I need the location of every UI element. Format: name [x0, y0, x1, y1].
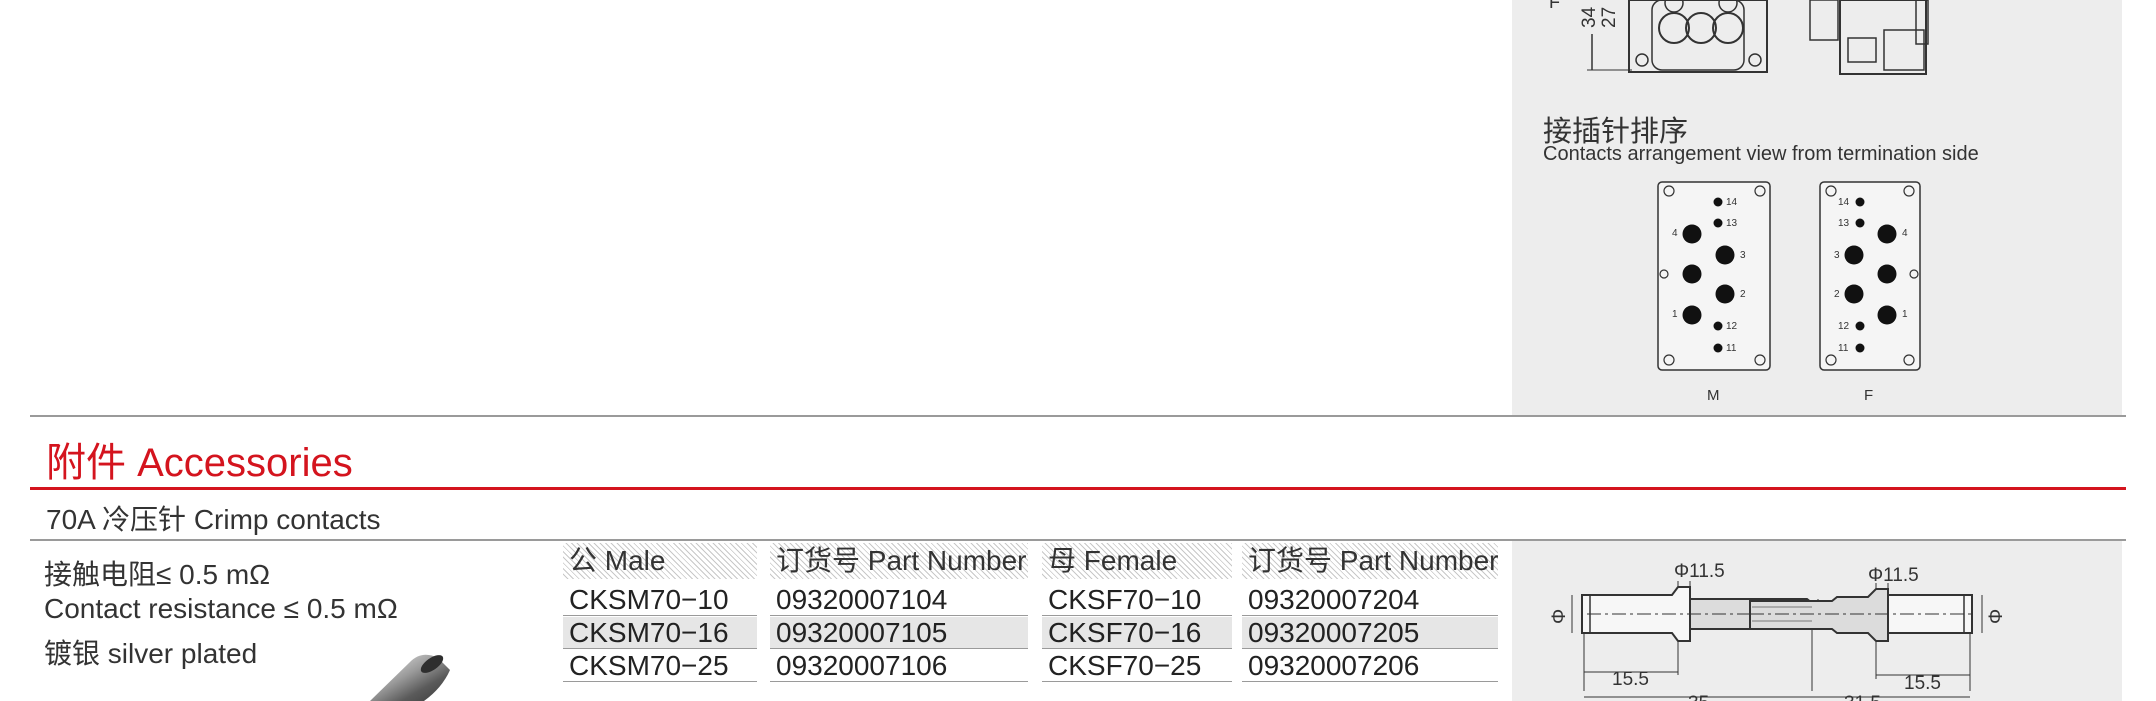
male-pin-label: 4	[1672, 228, 1678, 239]
table-cell-female-part: 09320007206	[1242, 650, 1498, 682]
female-pin-label: 1	[1902, 309, 1908, 320]
section-title: 附件 Accessories	[46, 441, 353, 485]
male-diameter-label: Φ11.5	[1674, 561, 1725, 582]
female-pin-label: 3	[1834, 250, 1840, 261]
male-pin-label: 11	[1726, 343, 1737, 354]
contact-resistance-en: Contact resistance ≤ 0.5 mΩ	[44, 593, 398, 624]
dim-label-27: 27	[1599, 7, 1620, 28]
female-pin-label: 4	[1902, 228, 1908, 239]
edge-letter: F	[1549, 0, 1560, 12]
male-insert-label: M	[1707, 387, 1720, 404]
female-insert-label: F	[1864, 387, 1873, 404]
male-pin-label: 14	[1726, 197, 1738, 208]
section-divider-top	[30, 415, 2126, 417]
male-pin-label: 2	[1740, 289, 1746, 300]
contact-resistance-cn: 接触电阻≤ 0.5 mΩ	[44, 559, 271, 590]
table-cell-female-part: 09320007205	[1242, 617, 1498, 649]
female-diameter-label: Φ11.5	[1868, 565, 1919, 586]
table-cell-female: CKSF70−16	[1042, 617, 1232, 649]
table-cell-female-part: 09320007204	[1242, 584, 1498, 616]
header-female-part-number: 订货号 Part Number	[1242, 543, 1499, 579]
female-pin-label: 12	[1838, 321, 1850, 332]
table-cell-male-part: 09320007106	[770, 650, 1028, 682]
male-pin-label: 3	[1740, 250, 1746, 261]
male-pin-label: 1	[1672, 309, 1678, 320]
female-pin-label: 14	[1838, 197, 1850, 208]
header-female: 母 Female	[1042, 543, 1232, 579]
crimp-contact-drawing: Φ11.5 15.5 35 Φ Φ9 Φ11.5 15.5 31.5 Φ	[1512, 541, 2122, 701]
female-pin-label: 11	[1838, 343, 1849, 354]
table-cell-male: CKSM70−10	[563, 584, 757, 616]
male-phi-label: Φ	[1549, 609, 1570, 624]
male-length-a: 15.5	[1612, 669, 1649, 690]
connector-drawing-top: 34 27 F	[1549, 0, 1929, 75]
female-length-b: 31.5	[1844, 693, 1881, 701]
plating-spec: 镀银 silver plated	[44, 638, 258, 669]
male-pin-label: 13	[1726, 218, 1738, 229]
table-cell-male-part: 09320007105	[770, 617, 1028, 649]
female-phi-label: Φ	[1986, 609, 2007, 624]
header-male-part-number: 订货号 Part Number	[770, 543, 1028, 579]
section-subtitle: 70A 冷压针 Crimp contacts	[46, 504, 381, 535]
dim-label-34: 34	[1579, 6, 1600, 28]
female-pin-label: 2	[1834, 289, 1840, 300]
female-length-a: 15.5	[1904, 673, 1941, 694]
male-insert-diagram: 14 13 4 3 2 1 12 11 M	[1657, 181, 1771, 404]
female-insert-diagram: 14 13 4 3 2 1 12 11 F	[1819, 181, 1921, 404]
female-pin-label: 13	[1838, 218, 1850, 229]
table-cell-male: CKSM70−16	[563, 617, 757, 649]
table-cell-male-part: 09320007104	[770, 584, 1028, 616]
header-male: 公 Male	[563, 543, 757, 579]
male-length-b: 35	[1688, 693, 1709, 701]
crimp-contact-photo	[370, 654, 450, 701]
arrangement-subtitle: Contacts arrangement view from terminati…	[1543, 143, 1979, 165]
table-cell-female: CKSF70−10	[1042, 584, 1232, 616]
male-pin-label: 12	[1726, 321, 1738, 332]
table-cell-male: CKSM70−25	[563, 650, 757, 682]
table-cell-female: CKSF70−25	[1042, 650, 1232, 682]
section-rule-red	[30, 487, 2126, 490]
